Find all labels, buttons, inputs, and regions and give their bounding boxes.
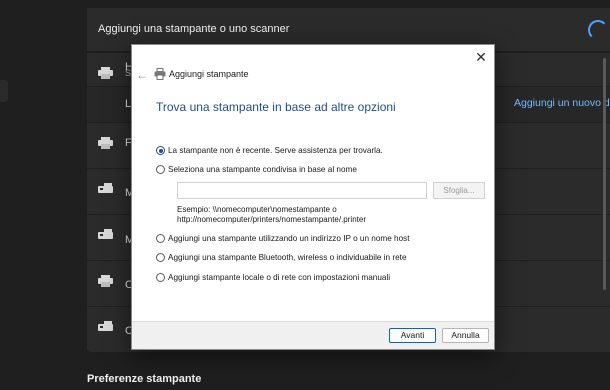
- option-label: Aggiungi stampante locale o di rete con …: [168, 273, 391, 282]
- next-button[interactable]: Avanti: [389, 328, 436, 343]
- browse-button[interactable]: Sfoglia...: [433, 182, 485, 199]
- fax-printer-icon: [98, 183, 113, 193]
- printer-preferences-heading: Preferenze stampante: [87, 373, 202, 385]
- cancel-button[interactable]: Annulla: [442, 328, 489, 343]
- option-label: Aggiungi una stampante utilizzando un in…: [168, 234, 410, 243]
- back-arrow-icon[interactable]: ←: [136, 68, 152, 82]
- nav-selection-indicator: [0, 80, 8, 102]
- radio-button[interactable]: [156, 234, 165, 243]
- fax-printer-icon: [98, 229, 113, 239]
- dialog-title: Aggiungi stampante: [169, 69, 249, 79]
- dialog-footer: Avanti Annulla: [132, 321, 494, 349]
- option-shared-by-name[interactable]: Seleziona una stampante condivisa in bas…: [156, 165, 357, 174]
- option-label: La stampante non è recente. Serve assist…: [168, 146, 383, 155]
- close-icon[interactable]: ✕: [472, 48, 490, 66]
- option-old-printer[interactable]: La stampante non è recente. Serve assist…: [156, 146, 383, 155]
- printer-icon: [98, 67, 113, 79]
- fax-printer-icon: [98, 321, 113, 331]
- option-label: Aggiungi una stampante Bluetooth, wirele…: [168, 253, 407, 262]
- example-line: http://nomecomputer/printers/nomestampan…: [177, 215, 366, 224]
- option-ip-hostname[interactable]: Aggiungi una stampante utilizzando un in…: [156, 234, 410, 243]
- printer-icon: [98, 275, 113, 287]
- add-printer-header-title: Aggiungi una stampante o uno scanner: [98, 23, 290, 35]
- radio-button-selected[interactable]: [156, 146, 165, 155]
- example-line: Esempio: \\nomecomputer\nomestampante o: [177, 205, 337, 214]
- shared-printer-name-input[interactable]: [177, 182, 427, 199]
- printer-icon: [98, 137, 113, 149]
- loading-spinner-icon: [588, 20, 608, 40]
- path-example: Esempio: \\nomecomputer\nomestampante o …: [177, 205, 366, 225]
- printer-icon: [154, 68, 166, 80]
- radio-button[interactable]: [156, 273, 165, 282]
- scrollbar[interactable]: [603, 58, 606, 290]
- add-printer-dialog: ✕ ← Aggiungi stampante Trova una stampan…: [131, 44, 495, 350]
- radio-button[interactable]: [156, 165, 165, 174]
- option-label: Seleziona una stampante condivisa in bas…: [168, 165, 357, 174]
- add-new-device-link[interactable]: Aggiungi un nuovo disp: [514, 97, 610, 109]
- radio-button[interactable]: [156, 253, 165, 262]
- option-local-manual[interactable]: Aggiungi stampante locale o di rete con …: [156, 273, 390, 282]
- option-bluetooth-wireless[interactable]: Aggiungi una stampante Bluetooth, wirele…: [156, 253, 407, 262]
- dialog-heading: Trova una stampante in base ad altre opz…: [156, 100, 396, 114]
